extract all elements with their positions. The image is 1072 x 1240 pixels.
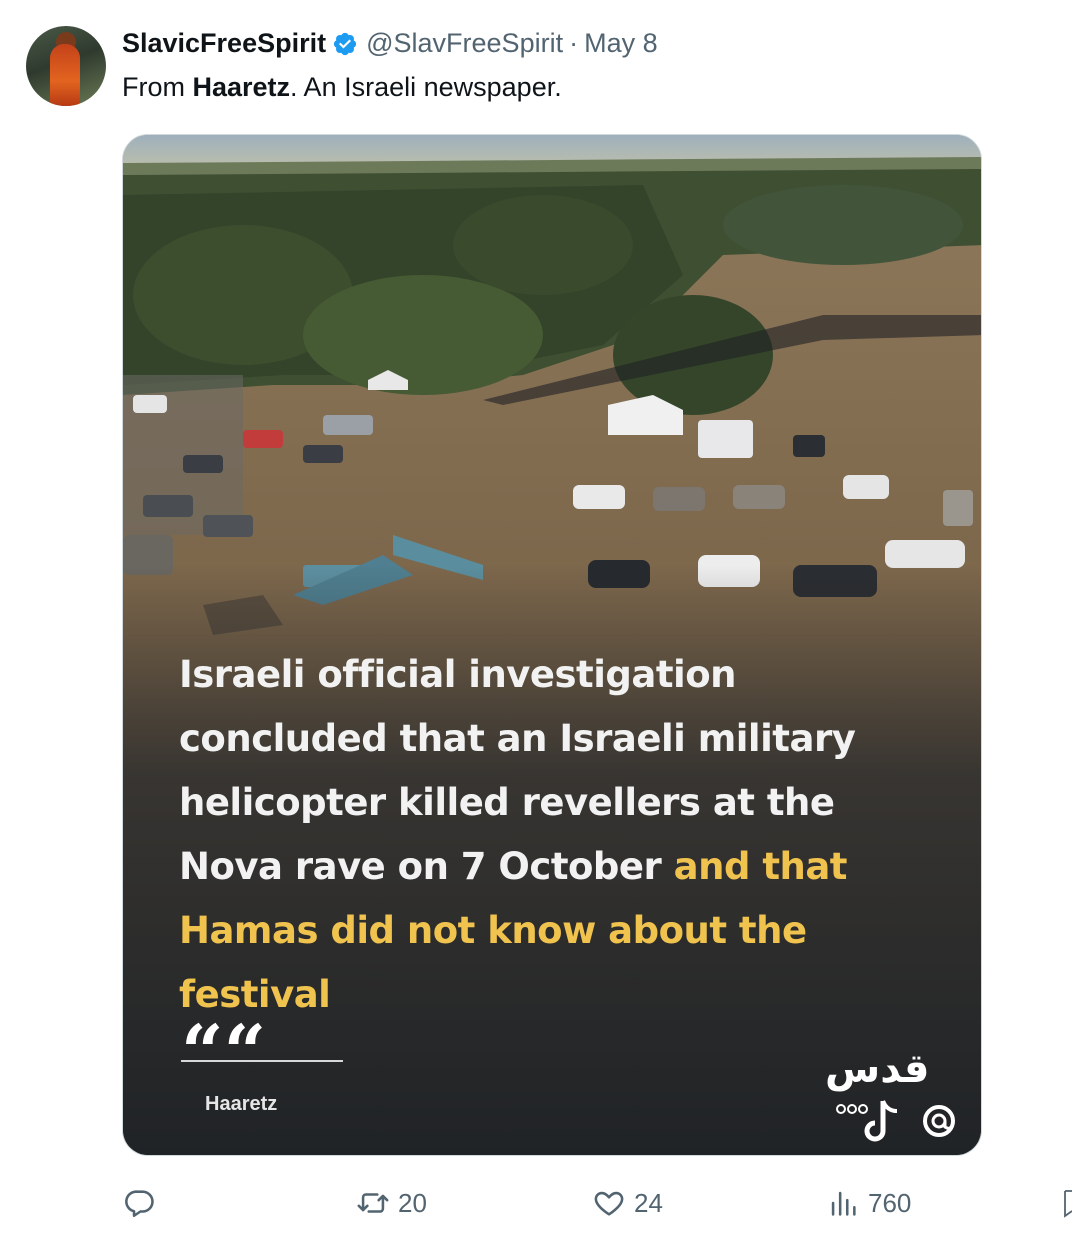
separator-dot: ·	[569, 28, 579, 58]
more-icon[interactable]	[1062, 38, 1072, 68]
quote-divider	[181, 1060, 343, 1062]
handle[interactable]: @SlavFreeSpirit	[366, 28, 563, 59]
tweet-text: From Haaretz. An Israeli newspaper.	[122, 72, 562, 103]
overlay-line-4-highlight: and that	[673, 845, 848, 888]
reply-button[interactable]	[122, 1186, 164, 1220]
tweet-text-suffix: . An Israeli newspaper.	[290, 72, 562, 102]
overlay-line-3: helicopter killed revellers at the	[179, 781, 835, 824]
like-button[interactable]: 24	[592, 1186, 663, 1220]
quote-mark-icon: ““	[181, 1010, 267, 1096]
retweet-count: 20	[398, 1187, 427, 1218]
image-overlay-text: Israeli official investigation concluded…	[179, 643, 959, 1027]
tweet-media-image[interactable]: Israeli official investigation concluded…	[122, 134, 982, 1156]
tweet-actions: 20 24 760	[0, 1176, 1072, 1232]
views-icon	[831, 1191, 856, 1216]
brand-logo: قدس	[825, 1046, 930, 1092]
reply-icon	[125, 1190, 154, 1218]
overlay-line-6: festival	[179, 973, 331, 1016]
like-count: 24	[634, 1187, 663, 1218]
tweet-header: SlavicFreeSpirit @SlavFreeSpirit · May 8	[122, 28, 658, 59]
avatar[interactable]	[26, 26, 106, 106]
views-button[interactable]: 760	[826, 1186, 911, 1220]
overlay-line-4-white: Nova rave on 7 October	[179, 845, 674, 888]
retweet-button[interactable]: 20	[356, 1186, 427, 1220]
tweet-text-bold: Haaretz	[192, 72, 291, 102]
avatar-figure	[50, 44, 80, 106]
tweet-date[interactable]: May 8	[584, 28, 658, 59]
tweet[interactable]: SlavicFreeSpirit @SlavFreeSpirit · May 8…	[0, 0, 1072, 1240]
view-count: 760	[868, 1187, 912, 1218]
verified-badge-icon	[332, 31, 358, 57]
social-handle-logo	[835, 1095, 975, 1151]
heart-icon	[594, 1191, 624, 1216]
overlay-line-1: Israeli official investigation	[179, 653, 737, 696]
bookmark-icon	[1064, 1190, 1072, 1218]
overlay-line-5: Hamas did not know about the	[179, 909, 807, 952]
display-name[interactable]: SlavicFreeSpirit	[122, 28, 326, 59]
overlay-line-4: Nova rave on 7 October and that	[179, 835, 959, 899]
bookmark-button[interactable]	[1062, 1186, 1072, 1220]
tweet-text-prefix: From	[122, 72, 193, 102]
retweet-icon	[357, 1193, 389, 1213]
source-label: Haaretz	[205, 1093, 278, 1115]
overlay-line-2: concluded that an Israeli military	[179, 717, 856, 760]
